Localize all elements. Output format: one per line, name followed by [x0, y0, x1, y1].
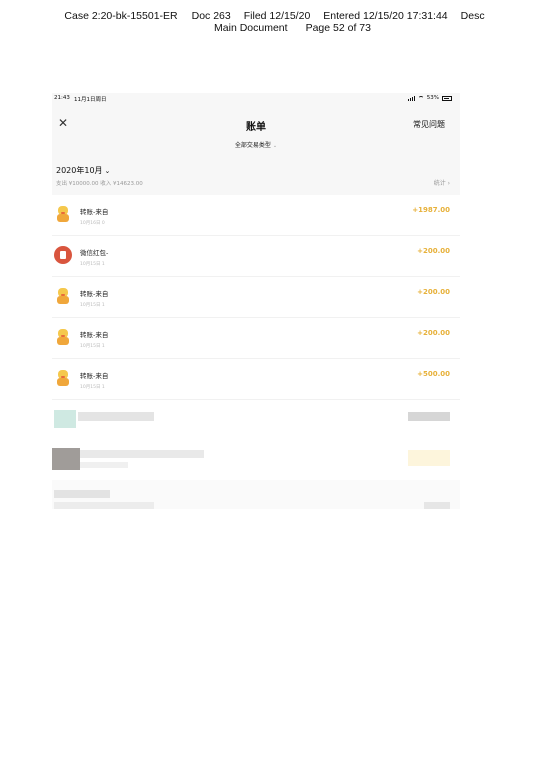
- transaction-date: 10月15日 1: [80, 262, 105, 267]
- faq-link[interactable]: 常见问题: [413, 119, 445, 130]
- redacted-text: [54, 502, 154, 509]
- signal-icon: [407, 95, 415, 101]
- redacted-text: [78, 412, 154, 421]
- redacted-text: [54, 490, 110, 498]
- entered-date: Entered 12/15/20 17:31:44: [323, 10, 448, 22]
- duck-avatar-icon: [54, 205, 72, 223]
- transaction-title: 转账-来自: [80, 290, 109, 298]
- transaction-type-filter[interactable]: 全部交易类型 ⌄: [52, 140, 460, 149]
- redacted-transaction-row: [52, 480, 460, 509]
- transaction-amount: +500.00: [417, 370, 450, 378]
- status-bar: 21:43 11月1日周日 53%: [52, 93, 460, 105]
- redacted-text: [80, 450, 204, 458]
- redacted-transaction-row: [52, 440, 460, 480]
- battery-percent: 53%: [426, 95, 439, 101]
- status-time: 21:43: [54, 95, 70, 101]
- transaction-date: 10月15日 1: [80, 303, 105, 308]
- redacted-amount: [408, 412, 450, 421]
- desc-label: Desc: [460, 10, 485, 22]
- filed-date: Filed 12/15/20: [243, 10, 311, 22]
- transaction-date: 10月15日 1: [80, 385, 105, 390]
- main-document-label: Main Document: [214, 22, 288, 34]
- filter-label: 全部交易类型: [234, 142, 271, 149]
- transaction-row[interactable]: 转账-来自 10月15日 1 +500.00: [52, 359, 460, 400]
- redacted-transaction-row: [52, 400, 460, 440]
- transaction-title: 微信红包-: [80, 249, 109, 257]
- transaction-amount: +200.00: [417, 329, 450, 337]
- wifi-icon: [417, 95, 424, 101]
- battery-icon: [442, 95, 452, 101]
- doc-number: Doc 263: [191, 10, 231, 22]
- red-packet-icon: [54, 246, 72, 264]
- duck-avatar-icon: [54, 369, 72, 387]
- phone-screenshot: 21:43 11月1日周日 53% ✕ 账单 常见问题 全部交易类型 ⌄ 2020…: [52, 93, 460, 509]
- page-title: 账单: [246, 122, 266, 133]
- court-filing-header: Case 2:20-bk-15501-ER Doc 263 Filed 12/1…: [0, 10, 549, 34]
- status-date: 11月1日周日: [74, 97, 107, 103]
- page-number: Page 52 of 73: [305, 22, 371, 34]
- transaction-list: 转账-来自 10月16日 0 +1987.00 微信红包- 10月15日 1 +…: [52, 195, 460, 509]
- redacted-avatar: [52, 448, 80, 470]
- chevron-down-icon: ⌄: [272, 143, 278, 149]
- transaction-date: 10月16日 0: [80, 221, 105, 226]
- transaction-amount: +200.00: [417, 247, 450, 255]
- transaction-title: 转账-来自: [80, 208, 109, 216]
- month-selector[interactable]: 2020年10月 ⌄: [56, 165, 110, 176]
- redacted-text: [80, 462, 128, 468]
- case-number: Case 2:20-bk-15501-ER: [64, 10, 178, 22]
- duck-avatar-icon: [54, 287, 72, 305]
- redacted-amount: [408, 450, 450, 466]
- transaction-row[interactable]: 转账-来自 10月15日 1 +200.00: [52, 318, 460, 359]
- redacted-avatar: [54, 410, 76, 428]
- month-summary-bar: 2020年10月 ⌄ 支出 ¥10000.00 收入 ¥14623.00 统计 ›: [52, 155, 460, 195]
- month-label: 2020年10月: [56, 166, 103, 175]
- transaction-amount: +1987.00: [412, 206, 450, 214]
- transaction-row[interactable]: 转账-来自 10月16日 0 +1987.00: [52, 195, 460, 236]
- transaction-date: 10月15日 1: [80, 344, 105, 349]
- month-totals: 支出 ¥10000.00 收入 ¥14623.00: [56, 181, 143, 187]
- chevron-down-icon: ⌄: [104, 167, 111, 175]
- transaction-amount: +200.00: [417, 288, 450, 296]
- statistics-link[interactable]: 统计 ›: [434, 178, 450, 187]
- bill-header: ✕ 账单 常见问题 全部交易类型 ⌄: [52, 105, 460, 155]
- transaction-title: 转账-来自: [80, 372, 109, 380]
- transaction-title: 转账-来自: [80, 331, 109, 339]
- duck-avatar-icon: [54, 328, 72, 346]
- transaction-row[interactable]: 微信红包- 10月15日 1 +200.00: [52, 236, 460, 277]
- redacted-amount: [424, 502, 450, 509]
- transaction-row[interactable]: 转账-来自 10月15日 1 +200.00: [52, 277, 460, 318]
